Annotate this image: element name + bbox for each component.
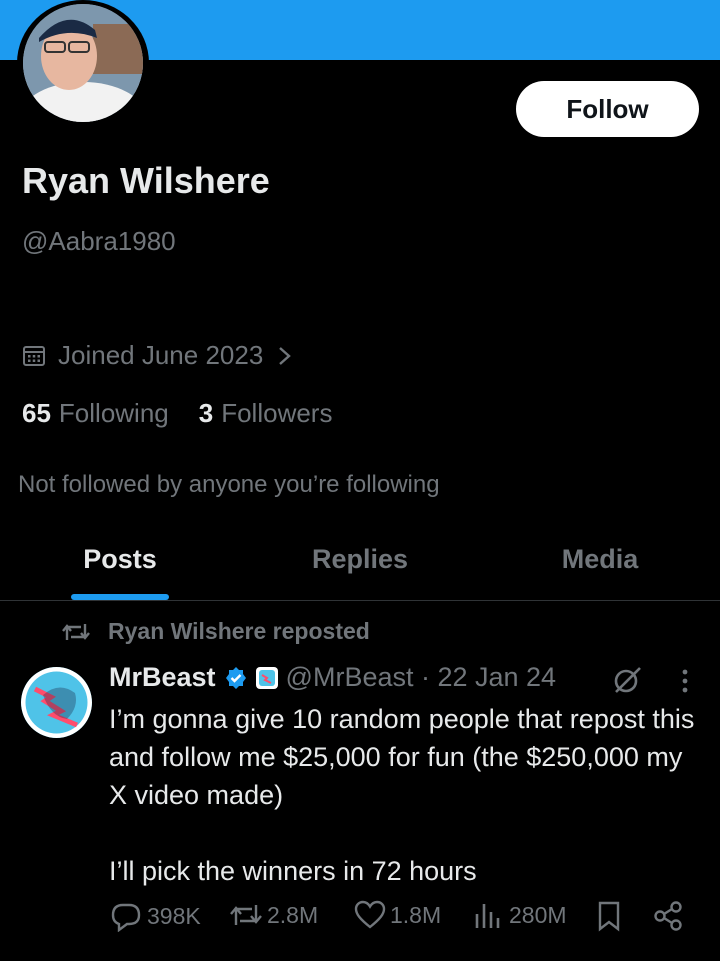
tab-label: Replies: [311, 544, 409, 574]
share-icon: [654, 901, 682, 931]
not-followed-text: Not followed by anyone you’re following: [18, 471, 440, 498]
joined-info[interactable]: Joined June 2023: [22, 340, 305, 371]
repost-count: 2.8M: [267, 901, 319, 928]
analytics-icon: [475, 904, 500, 928]
profile-name: Ryan Wilshere: [22, 160, 270, 201]
like-count: 1.8M: [390, 901, 442, 928]
reply-icon: [111, 903, 141, 932]
repost-indicator[interactable]: Ryan Wilshere reposted: [62, 618, 370, 645]
reply-button[interactable]: 398K: [109, 900, 201, 932]
profile-tabs: Posts Replies Media: [0, 530, 720, 601]
following-label: Following: [58, 398, 169, 428]
view-count: 280M: [509, 901, 567, 928]
following-link[interactable]: 65 Following: [22, 398, 169, 429]
follow-button[interactable]: Follow: [516, 81, 699, 137]
tab-media[interactable]: Media: [480, 530, 720, 600]
tab-label: Posts: [83, 544, 157, 574]
joined-date: Joined June 2023: [58, 340, 264, 370]
tab-replies[interactable]: Replies: [240, 530, 480, 600]
post-author-name[interactable]: MrBeast: [109, 662, 216, 693]
calendar-icon: [23, 345, 45, 366]
followers-count: 3: [198, 398, 214, 428]
bookmark-icon: [598, 901, 620, 932]
following-count: 65: [22, 398, 51, 428]
active-tab-indicator: [71, 594, 169, 600]
grok-icon[interactable]: [611, 664, 643, 696]
repost-button[interactable]: 2.8M: [229, 900, 318, 930]
chevron-right-icon: [279, 346, 292, 365]
post-handle-time[interactable]: @MrBeast · 22 Jan 24: [286, 662, 557, 693]
post-text: I’m gonna give 10 random people that rep…: [109, 704, 695, 886]
share-button[interactable]: [653, 900, 687, 932]
followers-label: Followers: [221, 398, 333, 428]
profile-handle: @Aabra1980: [22, 226, 176, 256]
repost-text: Ryan Wilshere reposted: [108, 618, 370, 644]
follow-stats: 65 Following 3 Followers: [22, 398, 362, 429]
reply-count: 398K: [147, 902, 201, 929]
bookmark-button[interactable]: [595, 900, 627, 932]
more-options-icon[interactable]: [672, 668, 698, 694]
repost-icon: [230, 905, 262, 925]
followers-link[interactable]: 3 Followers: [199, 398, 333, 429]
post-actions: 398K 2.8M 1.8M 280M: [109, 900, 689, 940]
repost-icon: [62, 623, 90, 640]
post-author-avatar[interactable]: [21, 667, 92, 738]
profile-avatar[interactable]: [17, 0, 149, 126]
tab-posts[interactable]: Posts: [0, 530, 240, 600]
post-header: MrBeast @MrBeast · 22 Jan 24: [109, 662, 556, 693]
verified-badge-icon[interactable]: [224, 666, 248, 690]
views-button[interactable]: 280M: [473, 900, 567, 930]
tab-label: Media: [561, 544, 639, 574]
affiliate-badge-icon[interactable]: [255, 666, 278, 689]
heart-icon: [354, 900, 386, 929]
like-button[interactable]: 1.8M: [354, 900, 441, 930]
